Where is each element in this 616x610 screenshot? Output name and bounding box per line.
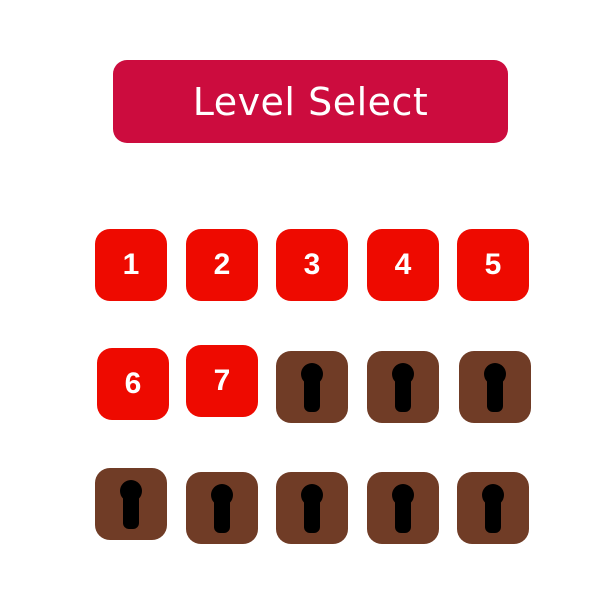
keyhole-lock-icon — [484, 363, 506, 412]
level-tile-5[interactable]: 5 — [457, 229, 529, 301]
keyhole-lock-icon — [301, 363, 323, 412]
keyhole-lock-icon — [301, 484, 323, 533]
level-tile-locked[interactable] — [457, 472, 529, 544]
level-number: 6 — [124, 367, 142, 400]
level-tile-locked[interactable] — [367, 472, 439, 544]
keyhole-lock-icon — [120, 480, 142, 529]
level-tile-locked[interactable] — [367, 351, 439, 423]
level-number: 3 — [303, 248, 321, 281]
level-tile-locked[interactable] — [459, 351, 531, 423]
keyhole-lock-icon — [482, 484, 504, 533]
level-number: 2 — [213, 248, 231, 281]
level-tile-locked[interactable] — [276, 351, 348, 423]
level-tile-7[interactable]: 7 — [186, 345, 258, 417]
level-tile-locked[interactable] — [186, 472, 258, 544]
level-tile-locked[interactable] — [95, 468, 167, 540]
level-tile-locked[interactable] — [276, 472, 348, 544]
keyhole-lock-icon — [211, 484, 233, 533]
level-number: 4 — [394, 248, 412, 281]
level-tile-1[interactable]: 1 — [95, 229, 167, 301]
page-title: Level Select — [192, 79, 429, 124]
level-number: 5 — [484, 248, 502, 281]
keyhole-lock-icon — [392, 484, 414, 533]
level-number: 7 — [213, 364, 231, 397]
level-tile-3[interactable]: 3 — [276, 229, 348, 301]
level-tile-4[interactable]: 4 — [367, 229, 439, 301]
level-tile-6[interactable]: 6 — [97, 348, 169, 420]
keyhole-lock-icon — [392, 363, 414, 412]
level-select-banner: Level Select — [113, 60, 508, 143]
level-tile-2[interactable]: 2 — [186, 229, 258, 301]
level-number: 1 — [122, 248, 140, 281]
